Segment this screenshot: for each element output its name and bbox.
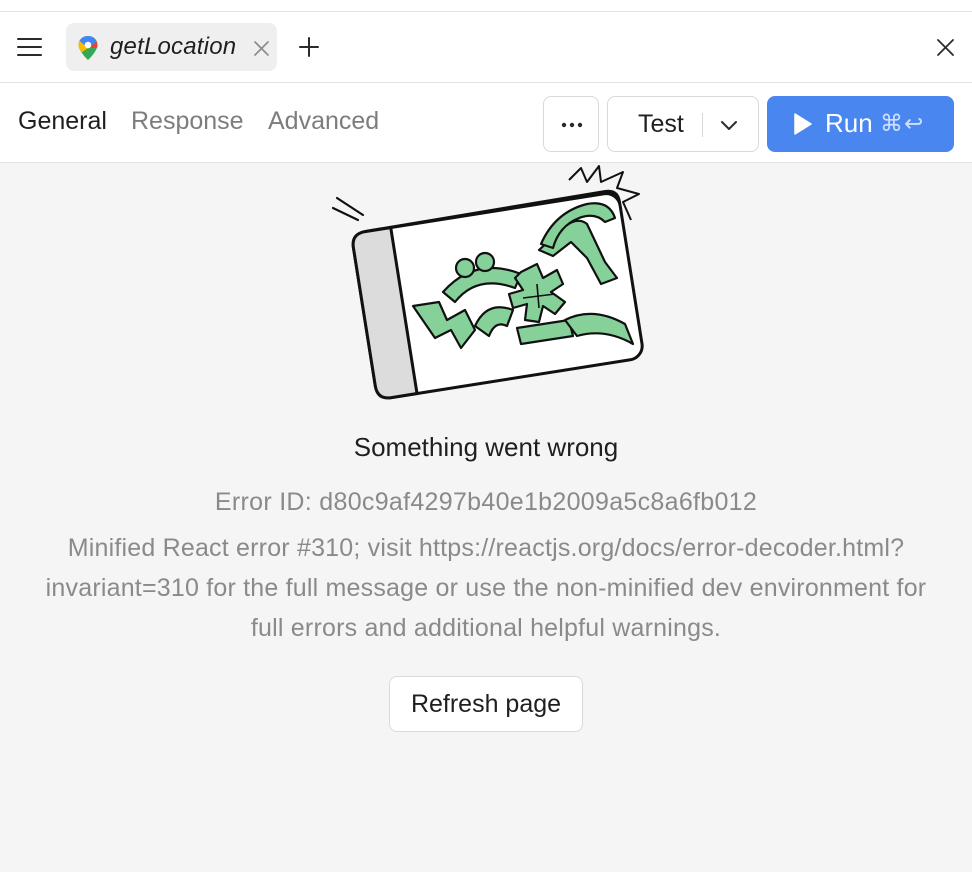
window-top-edge <box>0 0 972 12</box>
close-icon[interactable] <box>253 40 270 57</box>
tab-general[interactable]: General <box>18 107 107 136</box>
divider <box>702 113 703 137</box>
environment-value: Test <box>638 110 684 138</box>
refresh-page-button[interactable]: Refresh page <box>389 676 583 732</box>
chevron-down-icon[interactable] <box>719 117 739 133</box>
request-toolbar: General Response Advanced Test Run ⌘↩ <box>0 83 972 163</box>
error-message: Minified React error #310; visit https:/… <box>45 534 927 642</box>
run-shortcut: ⌘↩ <box>880 110 925 136</box>
error-title: Something went wrong <box>353 432 619 462</box>
error-id: Error ID: d80c9af4297b40e1b2009a5c8a6fb0… <box>214 488 758 516</box>
close-icon[interactable] <box>936 38 955 57</box>
broken-app-illustration <box>331 165 644 400</box>
play-icon <box>794 113 812 135</box>
tab-bar: getLocation <box>0 12 972 83</box>
hamburger-menu-icon[interactable] <box>17 36 42 58</box>
run-label: Run <box>825 108 873 138</box>
more-options-button[interactable] <box>543 96 599 152</box>
plus-icon[interactable] <box>298 36 320 58</box>
google-maps-pin-icon <box>78 36 98 60</box>
environment-select[interactable]: Test <box>607 96 759 152</box>
tab-response[interactable]: Response <box>131 107 244 136</box>
tab-label: getLocation <box>110 33 237 60</box>
tab-getlocation[interactable]: getLocation <box>66 23 277 71</box>
ellipsis-icon <box>561 122 583 128</box>
tab-advanced[interactable]: Advanced <box>268 107 379 136</box>
run-button[interactable]: Run ⌘↩ <box>767 96 954 152</box>
